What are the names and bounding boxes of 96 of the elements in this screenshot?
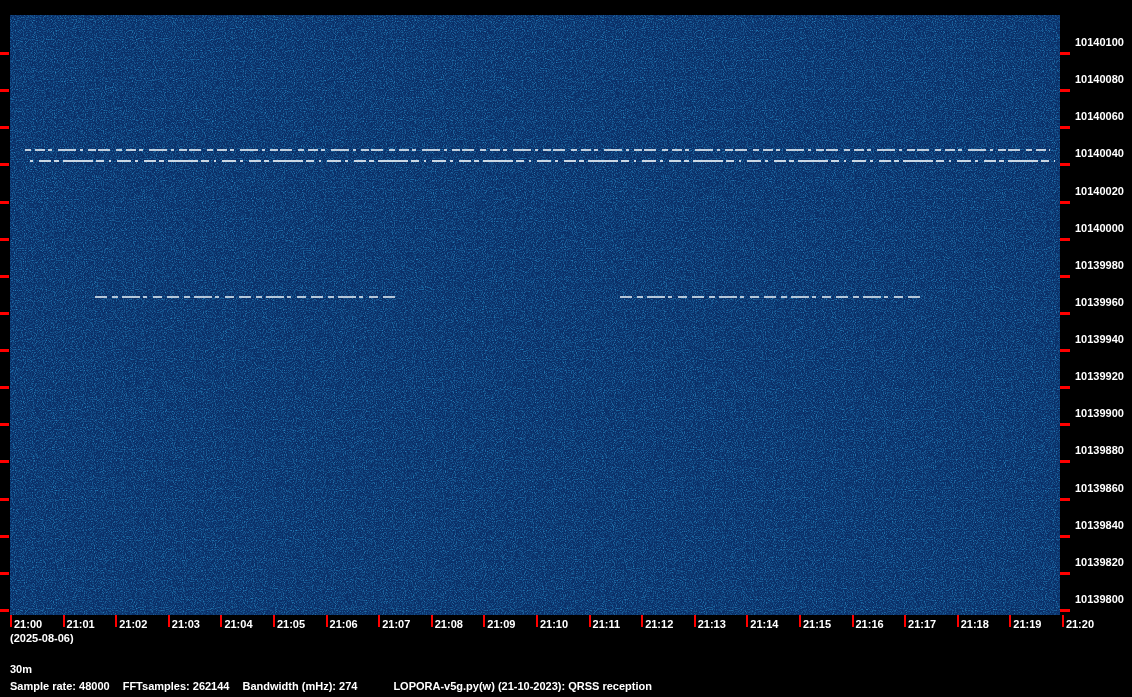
time-label: 21:07 [382, 618, 411, 631]
band-label: 30m [10, 663, 33, 676]
axis-tick [0, 571, 9, 575]
frequency-label: 10139800 [1075, 592, 1124, 606]
axis-tick [167, 615, 170, 627]
axis-tick [325, 615, 328, 627]
time-label: 21:20 [1065, 618, 1094, 631]
axis-tick [1061, 615, 1064, 627]
frequency-label: 10140100 [1075, 36, 1124, 49]
axis-tick [220, 615, 223, 627]
axis-tick [641, 615, 644, 627]
frequency-label: 10139960 [1075, 295, 1124, 309]
axis-tick [1060, 274, 1070, 278]
frequency-label: 10139860 [1075, 481, 1124, 495]
stat-label: Sample rate: 48000 [10, 680, 110, 693]
time-label: 21:01 [66, 618, 95, 631]
axis-tick [1060, 386, 1070, 390]
frequency-label: 10140040 [1075, 147, 1124, 161]
axis-tick [0, 349, 9, 352]
axis-tick [272, 615, 275, 627]
axis-tick [0, 163, 9, 167]
axis-tick [0, 52, 9, 55]
axis-tick [1060, 571, 1070, 575]
time-label: 21:09 [487, 618, 516, 631]
axis-tick [746, 615, 749, 627]
frequency-label: 10139940 [1075, 333, 1124, 346]
axis-tick [115, 615, 118, 627]
time-label: 21:14 [750, 618, 779, 631]
time-label: 21:00 [14, 618, 43, 631]
axis-tick [851, 615, 854, 627]
axis-tick [0, 534, 9, 538]
axis-tick [62, 615, 65, 627]
time-label: 21:05 [276, 618, 306, 631]
axis-tick [1060, 497, 1070, 501]
axis-tick [535, 615, 538, 627]
axis-tick [0, 311, 9, 315]
time-label: 21:12 [645, 618, 674, 631]
stat-label: Bandwidth (mHz): 274 [242, 680, 358, 693]
axis-tick [1060, 200, 1070, 204]
axis-tick [798, 615, 801, 627]
frequency-label: 10140020 [1075, 184, 1124, 198]
axis-tick [1060, 237, 1070, 241]
axis-tick [378, 615, 381, 627]
axis-tick [0, 126, 9, 130]
frequency-label: 10139820 [1075, 555, 1124, 569]
frequency-label: 10139880 [1075, 444, 1124, 458]
axis-tick [0, 89, 9, 93]
axis-tick [904, 615, 907, 627]
time-label: 21:10 [539, 618, 569, 631]
axis-tick [588, 615, 591, 627]
frequency-label: 10140060 [1075, 110, 1124, 124]
frequency-label: 10139980 [1075, 258, 1124, 272]
axis-tick [1009, 615, 1012, 627]
time-label: 21:18 [960, 618, 989, 631]
axis-tick [0, 200, 9, 204]
axis-tick [1060, 89, 1070, 93]
axis-tick [1060, 163, 1070, 167]
time-label: 21:16 [855, 618, 884, 631]
axis-tick [0, 497, 9, 501]
axis-tick [1060, 534, 1070, 538]
stat-label: FFTsamples: 262144 [122, 680, 230, 693]
axis-tick [1060, 52, 1070, 55]
time-label: 21:04 [224, 618, 253, 631]
axis-tick [1060, 311, 1070, 315]
axis-tick [483, 615, 486, 627]
time-label: 21:06 [329, 618, 358, 631]
axis-tick [10, 615, 12, 627]
time-label: 21:03 [171, 618, 200, 631]
axis-tick [1060, 608, 1070, 612]
program-label: LOPORA-v5g.py(w) (21-10-2023): QRSS reception [393, 680, 652, 693]
axis-tick [1060, 423, 1070, 427]
frequency-label: 10140000 [1075, 221, 1124, 235]
time-label: 21:02 [119, 618, 148, 631]
time-label: 21:11 [592, 618, 621, 631]
axis-tick [1060, 349, 1070, 352]
axis-tick [0, 274, 9, 278]
frequency-label: 10139920 [1075, 370, 1124, 384]
time-label: 21:19 [1013, 618, 1042, 631]
frequency-label: 10140080 [1075, 73, 1124, 87]
axis-tick [0, 386, 9, 390]
axis-tick [956, 615, 959, 627]
axis-tick [1060, 460, 1070, 464]
axis-tick [1060, 126, 1070, 130]
axis-tick [0, 423, 9, 427]
axis-tick [0, 608, 9, 612]
axis-tick [430, 615, 433, 627]
time-label: 21:13 [697, 618, 726, 631]
time-label: 21:17 [908, 618, 937, 631]
time-label: 21:08 [434, 618, 463, 631]
frequency-label: 10139900 [1075, 407, 1124, 421]
axis-tick [0, 237, 9, 241]
axis-tick [693, 615, 696, 627]
axis-tick [0, 460, 9, 464]
date-label: (2025-08-06) [10, 632, 74, 645]
frequency-label: 10139840 [1075, 518, 1124, 532]
time-label: 21:15 [802, 618, 832, 631]
